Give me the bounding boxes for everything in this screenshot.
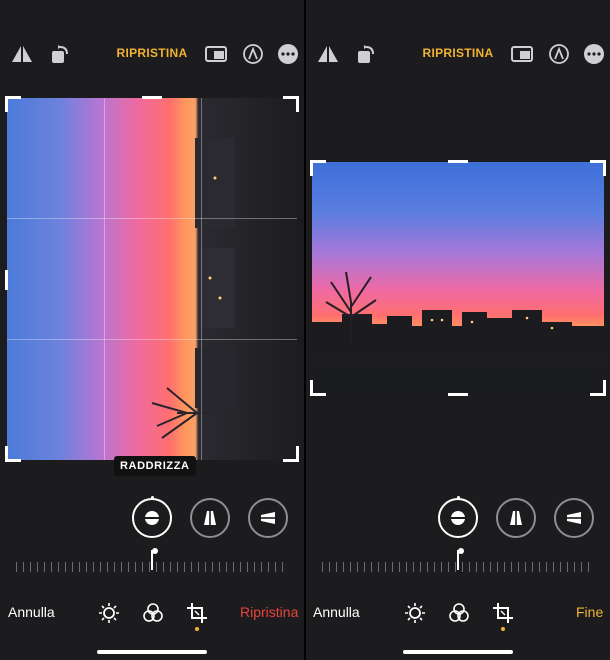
markup-icon[interactable] bbox=[241, 42, 265, 66]
crop-corner-handle[interactable] bbox=[5, 96, 21, 112]
photo-crop-area[interactable] bbox=[312, 162, 604, 394]
home-indicator bbox=[403, 650, 513, 654]
straighten-control[interactable] bbox=[438, 496, 478, 538]
crop-edge-handle[interactable] bbox=[142, 96, 162, 99]
filters-tool[interactable] bbox=[142, 602, 164, 624]
photo-crop-area[interactable] bbox=[7, 98, 297, 460]
active-tool-dot bbox=[195, 627, 199, 631]
ruler-needle bbox=[151, 550, 153, 570]
crop-corner-handle[interactable] bbox=[590, 160, 606, 176]
crop-icon bbox=[187, 603, 207, 623]
adjust-icon bbox=[99, 603, 119, 623]
crop-edge-handle[interactable] bbox=[448, 160, 468, 163]
vertical-perspective-icon bbox=[510, 510, 522, 526]
crop-corner-handle[interactable] bbox=[310, 160, 326, 176]
horizontal-perspective-control[interactable] bbox=[554, 498, 594, 538]
cancel-button[interactable]: Annulla bbox=[8, 604, 55, 620]
active-dot bbox=[151, 496, 154, 499]
markup-icon[interactable] bbox=[547, 42, 571, 66]
vertical-perspective-control[interactable] bbox=[496, 498, 536, 538]
home-indicator bbox=[97, 650, 207, 654]
vertical-perspective-icon bbox=[204, 510, 216, 526]
crop-corner-handle[interactable] bbox=[310, 380, 326, 396]
aspect-ratio-icon[interactable] bbox=[510, 42, 534, 66]
crop-corner-handle[interactable] bbox=[590, 380, 606, 396]
adjust-icon bbox=[405, 603, 425, 623]
crop-tool[interactable] bbox=[492, 602, 514, 624]
aspect-ratio-icon[interactable] bbox=[204, 42, 228, 66]
crop-tool[interactable] bbox=[186, 602, 208, 624]
crop-edge-handle[interactable] bbox=[5, 270, 8, 290]
vertical-perspective-control[interactable] bbox=[190, 498, 230, 538]
top-toolbar: RIPRISTINA bbox=[306, 40, 610, 68]
straighten-icon bbox=[449, 511, 467, 525]
filters-icon bbox=[449, 603, 469, 622]
ruler-needle bbox=[457, 550, 459, 570]
filters-icon bbox=[143, 603, 163, 622]
crop-corner-handle[interactable] bbox=[283, 96, 299, 112]
bottom-toolbar: Annulla Fine bbox=[306, 600, 610, 631]
active-tool-dot bbox=[501, 627, 505, 631]
grid-line bbox=[7, 218, 297, 219]
active-dot bbox=[457, 496, 460, 499]
top-toolbar: RIPRISTINA bbox=[0, 40, 304, 68]
done-button[interactable]: Fine bbox=[576, 604, 603, 620]
crop-corner-handle[interactable] bbox=[5, 446, 21, 462]
more-icon[interactable] bbox=[582, 42, 606, 66]
cancel-button[interactable]: Annulla bbox=[313, 604, 360, 620]
right-edit-screen: RIPRISTINA Annulla Fine bbox=[306, 0, 610, 660]
more-icon[interactable] bbox=[276, 42, 300, 66]
adjust-tool[interactable] bbox=[98, 602, 120, 624]
grid-line bbox=[201, 98, 202, 460]
crop-icon bbox=[493, 603, 513, 623]
left-edit-screen: RIPRISTINA RADDRIZZA Annulla Ripristina bbox=[0, 0, 304, 660]
tree-silhouette bbox=[151, 387, 215, 439]
horizontal-perspective-control[interactable] bbox=[248, 498, 288, 538]
filters-tool[interactable] bbox=[448, 602, 470, 624]
grid-line bbox=[104, 98, 105, 460]
bottom-toolbar: Annulla Ripristina bbox=[0, 600, 304, 631]
tree-silhouette bbox=[325, 271, 377, 342]
crop-edge-handle[interactable] bbox=[448, 393, 468, 396]
reset-button[interactable]: Ripristina bbox=[240, 604, 298, 620]
grid-line bbox=[7, 339, 297, 340]
horizontal-perspective-icon bbox=[566, 512, 582, 524]
straighten-badge: RADDRIZZA bbox=[114, 456, 196, 476]
horizontal-perspective-icon bbox=[260, 512, 276, 524]
crop-corner-handle[interactable] bbox=[283, 446, 299, 462]
adjust-tool[interactable] bbox=[404, 602, 426, 624]
straighten-icon bbox=[143, 511, 161, 525]
straighten-control[interactable] bbox=[132, 496, 172, 538]
